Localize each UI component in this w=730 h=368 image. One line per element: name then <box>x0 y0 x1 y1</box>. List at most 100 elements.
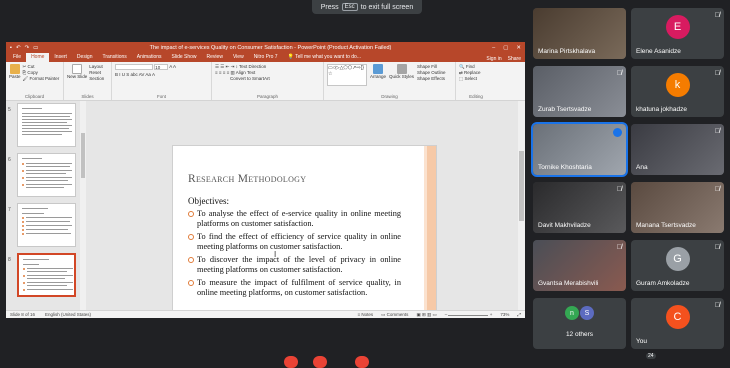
undo-icon[interactable]: ↶ <box>16 45 21 51</box>
status-bar: Slide 8 of 16 English (United States) ≡ … <box>6 310 525 318</box>
self-tile[interactable]: C 🎙̸ You <box>631 298 724 349</box>
avatar: k <box>665 73 690 97</box>
tell-me-label: Tell me what you want to do... <box>295 54 361 60</box>
smartart-label: Convert to SmartArt <box>230 76 270 81</box>
minimize-icon[interactable]: – <box>492 45 495 51</box>
participant-tile[interactable]: 🎙̸ Manana Tsertsvadze <box>631 182 724 233</box>
shapes-gallery[interactable]: ▭○▷△⬠⬡↗⇨{}☆ <box>327 64 367 86</box>
others-count-label: 12 others <box>565 331 594 338</box>
quick-styles-button[interactable]: Quick Styles <box>389 64 414 86</box>
objective-bullet[interactable]: To find the effect of efficiency of serv… <box>188 232 401 252</box>
slide-canvas[interactable]: Research Methodology Objectives: To anal… <box>172 145 437 318</box>
tab-view[interactable]: View <box>228 53 249 62</box>
participant-tile[interactable]: G 🎙̸ Guram Amkoladze <box>631 240 724 291</box>
comments-button[interactable]: ▭ Comments <box>381 312 408 318</box>
font-size-input[interactable]: 10 <box>154 64 169 70</box>
fit-slide-icon[interactable]: ⤢ <box>517 312 521 317</box>
participant-name: Gvantsa Merabishvili <box>538 280 599 287</box>
paste-button[interactable]: Paste <box>9 64 21 82</box>
thumbnails-scrollbar[interactable] <box>80 101 86 310</box>
close-icon[interactable]: ✕ <box>516 45 521 51</box>
slide-thumbnail[interactable] <box>17 103 76 147</box>
mic-button[interactable] <box>313 356 327 368</box>
smartart-button[interactable]: Convert to SmartArt <box>215 76 320 82</box>
thumbnail-number: 8 <box>8 257 11 263</box>
new-slide-label: New Slide <box>67 74 88 79</box>
slide-accent-stripe <box>427 146 436 318</box>
participant-tile[interactable]: 🎙̸ Ana <box>631 124 724 175</box>
language-indicator[interactable]: English (United States) <box>45 312 91 317</box>
thumbnails-scroll-thumb[interactable] <box>81 133 85 178</box>
align-text-label: Align Text <box>235 70 256 75</box>
tab-insert[interactable]: Insert <box>49 53 72 62</box>
tab-nitro[interactable]: Nitro Pro 7 <box>249 53 283 62</box>
participant-tile[interactable]: Marina Pirtskhalava <box>533 8 626 59</box>
new-slide-button[interactable]: New Slide <box>67 64 87 82</box>
tab-file[interactable]: File <box>8 53 26 62</box>
participant-tile[interactable]: 🎙̸ Gvantsa Merabishvili <box>533 240 626 291</box>
camera-button[interactable] <box>355 356 369 368</box>
select-button[interactable]: ⬚ Select <box>459 76 493 82</box>
slide-thumbnail[interactable] <box>17 203 76 247</box>
arrange-button[interactable]: Arrange <box>370 64 386 86</box>
avatar: C <box>665 305 690 329</box>
slide-thumbnail[interactable] <box>17 153 76 197</box>
slide-scroll-thumb[interactable] <box>519 151 524 221</box>
maximize-icon[interactable]: ▢ <box>503 45 508 51</box>
others-tile[interactable]: n S 12 others <box>533 298 626 349</box>
participant-name: khatuna jokhadze <box>636 106 687 113</box>
comments-label: Comments <box>386 311 409 317</box>
participant-name: Marina Pirtskhalava <box>538 48 596 55</box>
avatar: G <box>665 247 690 271</box>
end-call-button[interactable] <box>284 356 298 368</box>
shape-effects-button[interactable]: Shape Effects <box>417 76 446 82</box>
participant-tile[interactable]: 🎙̸ Zurab Tsertsvadze <box>533 66 626 117</box>
mic-muted-icon: 🎙̸ <box>714 302 720 309</box>
participant-name: Ana <box>636 164 648 171</box>
drawing-group: ▭○▷△⬠⬡↗⇨{}☆ Arrange Quick Styles Shape F… <box>324 62 456 100</box>
participant-name: Guram Amkoladze <box>636 280 690 287</box>
participant-tile[interactable]: k 🎙̸ khatuna jokhadze <box>631 66 724 117</box>
tab-home[interactable]: Home <box>26 53 50 62</box>
esc-key: Esc <box>341 3 358 11</box>
slide-thumbnail-selected[interactable] <box>17 253 76 297</box>
speaking-indicator-icon <box>613 128 622 137</box>
objective-bullet[interactable]: To analyse the effect of e-service quali… <box>188 209 401 229</box>
participants-count-badge[interactable]: 24 <box>646 353 656 359</box>
tab-animations[interactable]: Animations <box>132 53 167 62</box>
section-button[interactable]: Section <box>89 76 104 82</box>
objectives-label[interactable]: Objectives: <box>188 196 229 206</box>
quick-styles-icon <box>396 64 407 74</box>
slide-title[interactable]: Research Methodology <box>188 173 306 185</box>
format-painter-button[interactable]: 🖌 Format Painter <box>23 76 60 82</box>
mic-muted-icon: 🎙̸ <box>616 244 622 251</box>
mic-muted-icon: 🎙̸ <box>714 186 720 193</box>
tab-slide-show[interactable]: Slide Show <box>167 53 202 62</box>
font-format-buttons[interactable]: B I U S abc AV Aa A <box>115 72 208 78</box>
redo-icon[interactable]: ↷ <box>25 45 30 51</box>
font-name-input[interactable] <box>115 64 153 70</box>
tab-design[interactable]: Design <box>72 53 98 62</box>
tell-me-box[interactable]: 💡 Tell me what you want to do... <box>283 53 366 62</box>
participant-tile-active-speaker[interactable]: Tornike Khoshtaria <box>531 122 628 177</box>
present-icon[interactable]: ▭ <box>33 45 38 51</box>
tab-review[interactable]: Review <box>202 53 228 62</box>
quick-access-toolbar: ▪ ↶ ↷ ▭ <box>10 45 70 51</box>
tab-transitions[interactable]: Transitions <box>98 53 132 62</box>
powerpoint-window: ▪ ↶ ↷ ▭ The impact of e-services Quality… <box>6 42 525 318</box>
mic-muted-icon: 🎙̸ <box>616 186 622 193</box>
objectives-list[interactable]: To analyse the effect of e-service quali… <box>188 209 401 301</box>
slide-scrollbar[interactable] <box>518 101 525 310</box>
participant-tile[interactable]: 🎙̸ Davit Makhviladze <box>533 182 626 233</box>
objective-bullet[interactable]: To discover the impact of the level of p… <box>188 255 401 275</box>
paste-icon <box>9 64 20 74</box>
zoom-level[interactable]: 73% <box>500 312 509 317</box>
objective-bullet[interactable]: To measure the impact of fulfilment of s… <box>188 278 401 298</box>
participant-tile[interactable]: E 🎙̸ Elene Asanidze <box>631 8 724 59</box>
clipboard-group: Paste ✂ Cut ⎘ Copy 🖌 Format Painter Clip… <box>6 62 64 100</box>
save-icon[interactable]: ▪ <box>10 45 12 51</box>
zoom-slider[interactable]: – + <box>445 312 493 317</box>
notes-button[interactable]: ≡ Notes <box>358 312 374 317</box>
drawing-group-label: Drawing <box>381 94 398 99</box>
view-buttons[interactable]: ▣ ⊞ ▥ ▭ <box>416 312 436 318</box>
